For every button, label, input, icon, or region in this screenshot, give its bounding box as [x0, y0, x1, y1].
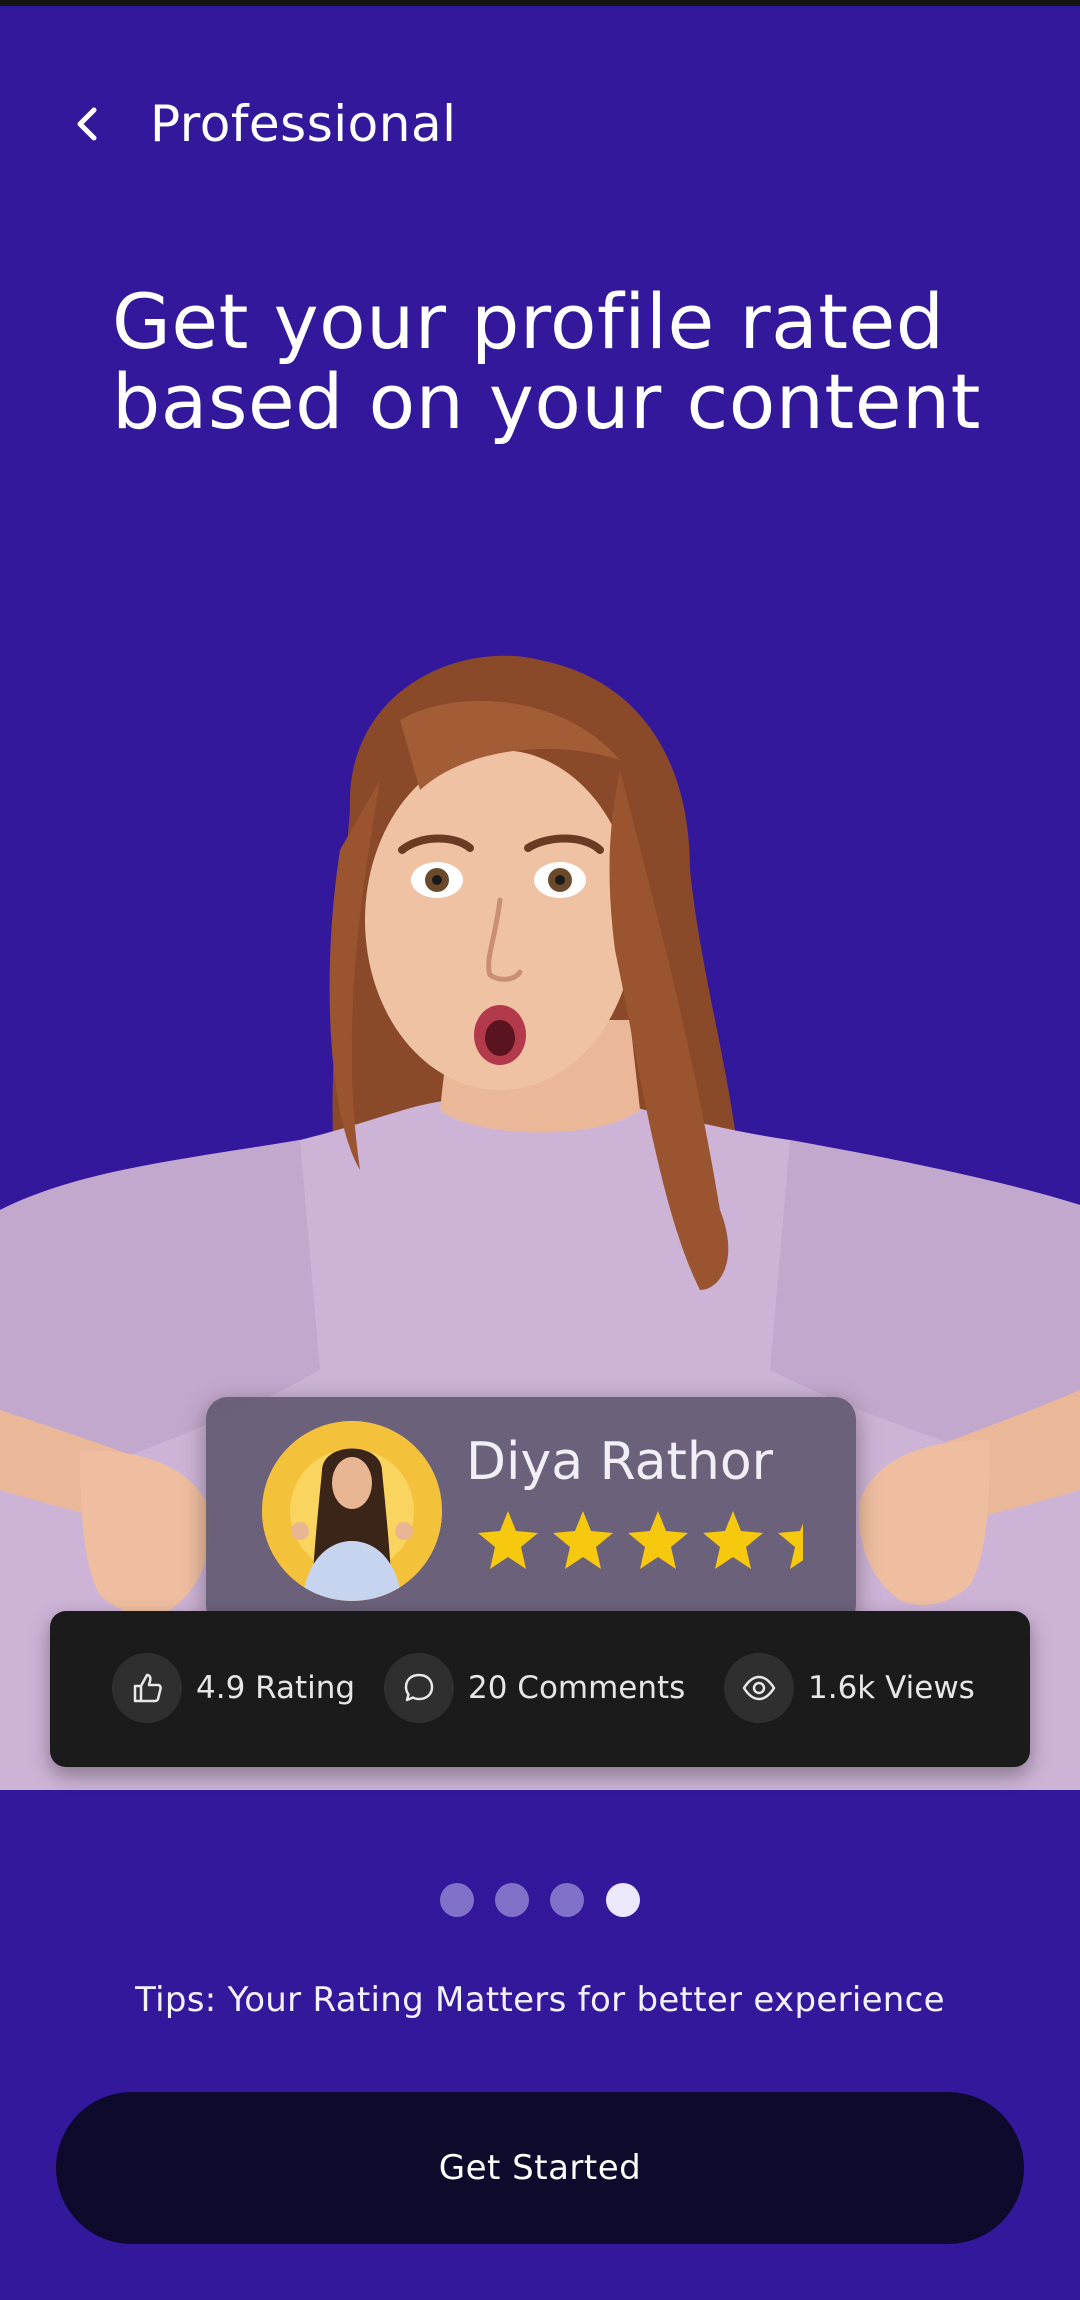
thumbs-up-icon	[112, 1653, 182, 1723]
header-title: Professional	[150, 95, 457, 153]
avatar-image	[262, 1421, 442, 1601]
page-dot[interactable]	[550, 1883, 584, 1917]
star-rating	[478, 1511, 803, 1569]
back-button[interactable]	[62, 98, 114, 150]
eye-icon	[724, 1653, 794, 1723]
pagination-dots	[440, 1883, 640, 1917]
stat-comments-label: 20 Comments	[468, 1670, 686, 1706]
stat-views-label: 1.6k Views	[808, 1670, 975, 1706]
onboarding-headline: Get your profile rated based on your con…	[112, 277, 981, 446]
avatar	[262, 1421, 442, 1601]
status-bar-edge	[0, 0, 1080, 6]
app-header: Professional	[0, 88, 1080, 160]
star-icon	[628, 1511, 688, 1569]
stat-rating-label: 4.9 Rating	[196, 1670, 356, 1706]
profile-stats-bar: 4.9 Rating 20 Comments 1.6k Views	[50, 1611, 1030, 1767]
star-icon	[703, 1511, 763, 1569]
get-started-button[interactable]: Get Started	[56, 2092, 1024, 2244]
profile-name: Diya Rathor	[466, 1432, 774, 1492]
half-star-icon	[778, 1511, 803, 1569]
chevron-left-icon	[77, 107, 97, 141]
profile-rating-card: Diya Rathor	[206, 1397, 856, 1627]
star-icon	[478, 1511, 538, 1569]
page-dot-active[interactable]	[606, 1883, 640, 1917]
star-icon	[553, 1511, 613, 1569]
tips-text: Tips: Your Rating Matters for better exp…	[135, 1980, 945, 2020]
page-dot[interactable]	[440, 1883, 474, 1917]
comment-icon	[384, 1653, 454, 1723]
page-dot[interactable]	[495, 1883, 529, 1917]
